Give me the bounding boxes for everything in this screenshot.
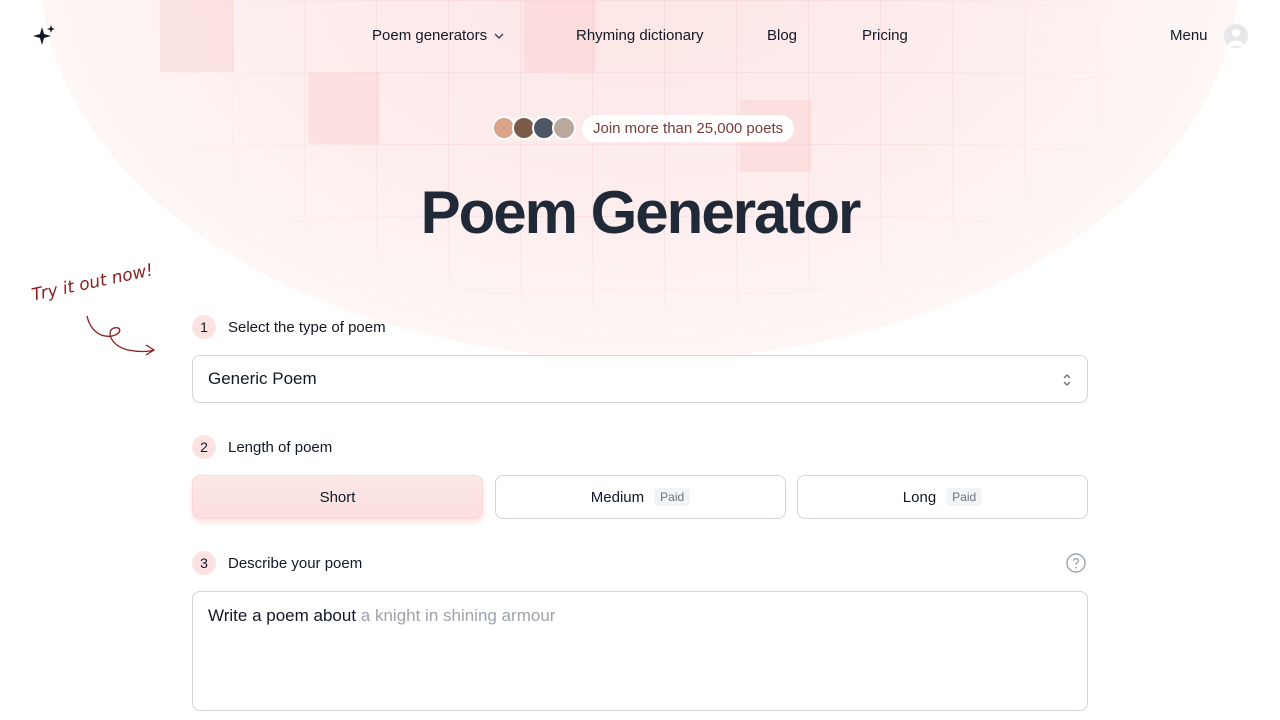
try-it-annotation: Try it out now! bbox=[30, 260, 155, 306]
main-nav: Poem generators Rhyming dictionary Blog … bbox=[0, 24, 1280, 48]
step-label: Describe your poem bbox=[228, 554, 363, 572]
avatar-group bbox=[492, 116, 576, 140]
length-label: Short bbox=[319, 488, 356, 506]
description-prefix: Write a poem about bbox=[208, 606, 357, 625]
curly-arrow-icon bbox=[86, 315, 156, 356]
length-medium-button[interactable]: Medium Paid bbox=[495, 475, 786, 519]
avatar bbox=[552, 116, 576, 140]
step-number: 2 bbox=[192, 435, 216, 459]
length-long-button[interactable]: Long Paid bbox=[797, 475, 1088, 519]
step-label: Select the type of poem bbox=[228, 318, 386, 336]
paid-badge: Paid bbox=[946, 488, 983, 506]
length-label: Long bbox=[902, 488, 937, 506]
length-short-button[interactable]: Short bbox=[192, 475, 483, 519]
step-3-header: 3 Describe your poem bbox=[192, 551, 362, 575]
step-number: 1 bbox=[192, 315, 216, 339]
nav-blog[interactable]: Blog bbox=[767, 27, 797, 44]
chevron-down-icon bbox=[494, 33, 504, 39]
nav-label: Rhyming dictionary bbox=[576, 27, 704, 44]
nav-label: Poem generators bbox=[372, 27, 488, 44]
help-icon[interactable] bbox=[1066, 553, 1086, 573]
user-avatar-icon[interactable] bbox=[1224, 24, 1248, 48]
description-placeholder: a knight in shining armour bbox=[360, 606, 556, 625]
menu-button[interactable]: Menu bbox=[1170, 27, 1208, 44]
join-text: Join more than 25,000 poets bbox=[582, 114, 795, 142]
step-label: Length of poem bbox=[228, 438, 333, 456]
background-grid bbox=[160, 0, 1120, 340]
background-tile bbox=[308, 72, 380, 144]
length-label: Medium bbox=[590, 488, 645, 506]
nav-pricing[interactable]: Pricing bbox=[862, 27, 908, 44]
step-1-header: 1 Select the type of poem bbox=[192, 315, 386, 339]
nav-label: Pricing bbox=[862, 27, 908, 44]
join-banner: Join more than 25,000 poets bbox=[492, 114, 795, 142]
nav-rhyming-dictionary[interactable]: Rhyming dictionary bbox=[576, 27, 704, 44]
page-title: Poem Generator bbox=[420, 179, 862, 246]
nav-label: Blog bbox=[767, 27, 798, 44]
step-number: 3 bbox=[192, 551, 216, 575]
nav-poem-generators[interactable]: Poem generators bbox=[372, 27, 505, 44]
poem-type-select[interactable]: Generic Poem bbox=[192, 355, 1088, 403]
step-2-header: 2 Length of poem bbox=[192, 435, 332, 459]
paid-badge: Paid bbox=[654, 488, 691, 506]
chevron-up-down-icon bbox=[1063, 374, 1071, 386]
poem-type-value: Generic Poem bbox=[208, 369, 317, 388]
poem-description-input[interactable]: Write a poem about a knight in shining a… bbox=[192, 591, 1088, 711]
